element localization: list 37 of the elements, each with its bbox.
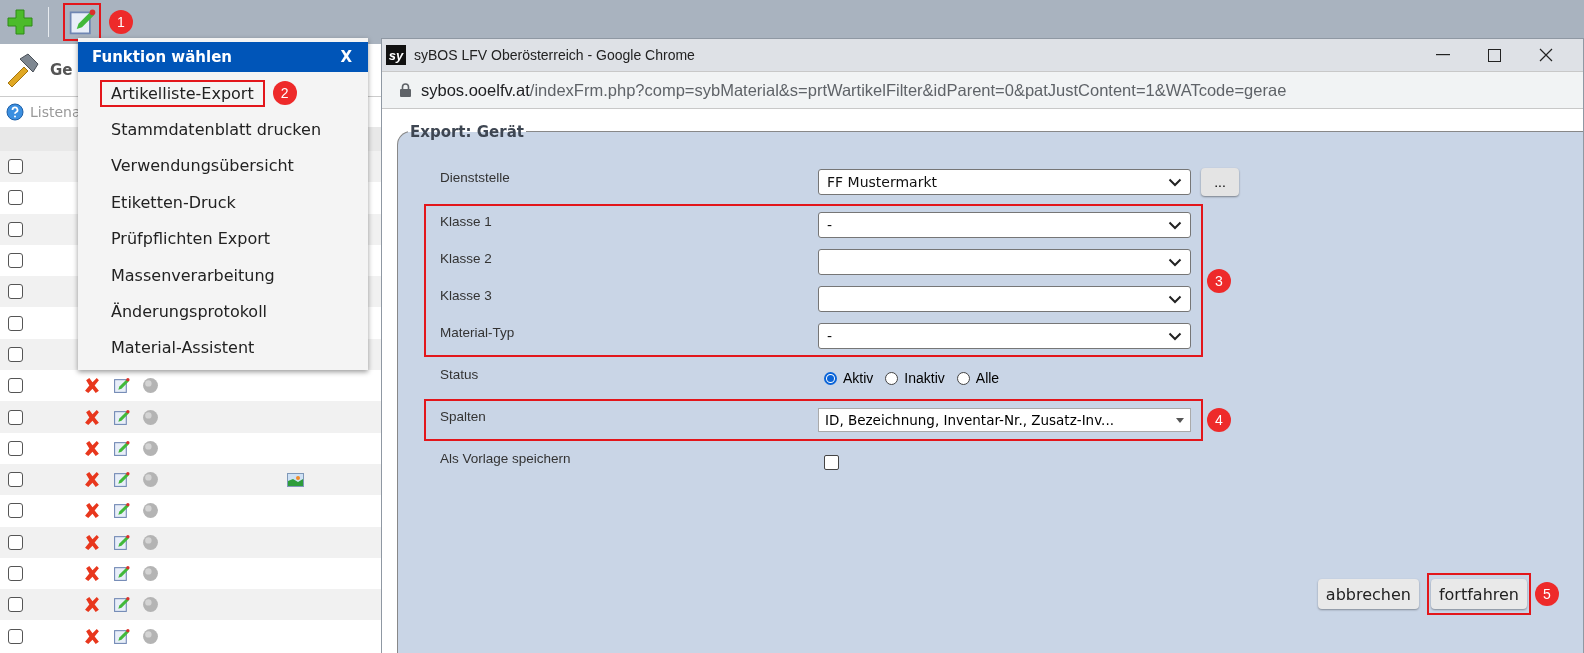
window-title: syBOS LFV Oberösterreich - Google Chrome (414, 47, 696, 63)
columns-select[interactable]: ID, Bezeichnung, Inventar-Nr., Zusatz-Inv... (818, 408, 1191, 432)
radio-label: Inaktiv (904, 370, 945, 386)
select-field[interactable]: FF Mustermarkt (818, 169, 1191, 195)
app-logo: sy (386, 45, 406, 65)
menu-item[interactable]: Etiketten-Druck (100, 188, 247, 216)
cancel-button[interactable]: abbrechen (1317, 579, 1419, 609)
field-label: Klasse 1 (440, 213, 493, 229)
field-label: Klasse 2 (440, 250, 493, 266)
field-label: Dienststelle (440, 169, 511, 185)
menu-item[interactable]: Stammdatenblatt drucken (100, 116, 332, 144)
menu-item[interactable]: Änderungsprotokoll (100, 298, 279, 326)
step-badge: 4 (1207, 408, 1231, 432)
field-label: Spalten (440, 408, 487, 424)
panel-legend: Export: Gerät (408, 123, 526, 141)
field-label: Material-Typ (440, 324, 516, 340)
page-title: Ge (50, 61, 73, 79)
select-field[interactable]: - (818, 323, 1191, 349)
step-badge: 2 (272, 81, 297, 106)
field-label: Status (440, 366, 480, 382)
step-badge: 1 (109, 10, 133, 34)
more-button[interactable]: ... (1201, 168, 1239, 196)
step-badge: 5 (1535, 582, 1559, 606)
hint-text: Listena (30, 104, 81, 120)
menu-item[interactable]: Material-Assistent (100, 334, 266, 362)
select-field[interactable]: - (818, 212, 1191, 238)
close-button[interactable]: X (340, 48, 352, 66)
menu-item[interactable]: Massenverarbeitung (100, 261, 286, 289)
radio-label: Alle (975, 370, 1000, 386)
menu-item[interactable]: Verwendungsübersicht (100, 152, 305, 180)
continue-button[interactable]: fortfahren (1430, 579, 1527, 609)
field-label: Als Vorlage speichern (440, 450, 572, 466)
radio-label: Aktiv (843, 370, 874, 386)
field-label: Klasse 3 (440, 287, 493, 303)
menu-title: Funktion wählen (92, 48, 232, 66)
step-badge: 3 (1207, 268, 1231, 293)
menu-item[interactable]: Prüfpflichten Export (100, 225, 282, 253)
